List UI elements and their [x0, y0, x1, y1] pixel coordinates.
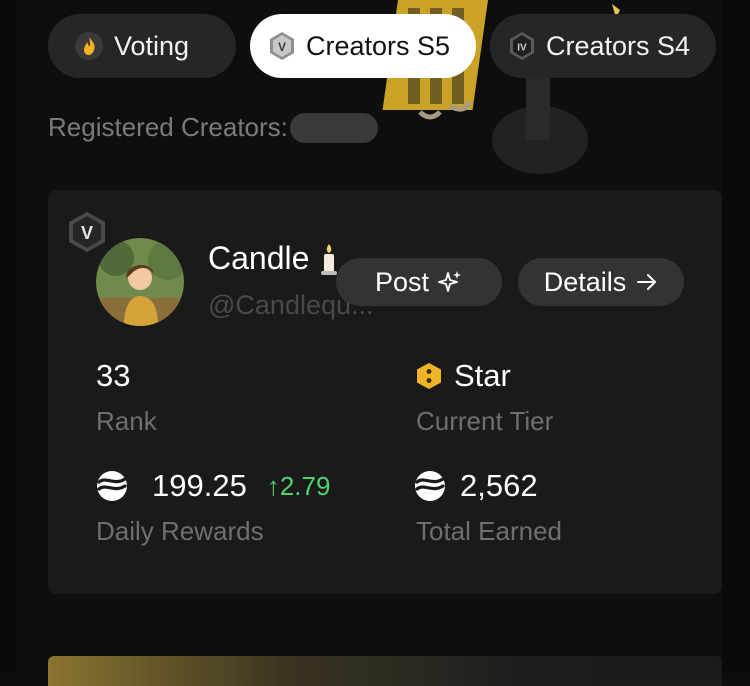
arrow-up-icon: ↑: [266, 470, 280, 501]
tab-creators-s4[interactable]: IV Creators S4: [490, 14, 716, 78]
tier-value-text: Star: [454, 358, 511, 393]
daily-rewards-delta: ↑2.79: [267, 471, 331, 502]
registered-creators-label: Registered Creators:: [48, 112, 288, 142]
star-tier-icon: [416, 362, 442, 390]
token-icon: [414, 470, 446, 502]
tier-badge-icon: V: [66, 210, 108, 259]
arrow-right-icon: [636, 273, 658, 291]
post-button[interactable]: Post: [336, 258, 502, 306]
avatar[interactable]: [96, 238, 184, 326]
daily-rewards-delta-text: 2.79: [279, 470, 331, 501]
tier-badge-label: V: [81, 223, 93, 243]
left-edge: [0, 0, 16, 673]
flame-icon: [74, 31, 104, 61]
token-icon: [96, 470, 128, 502]
total-earned-value: 2,562: [414, 468, 538, 504]
tier-value: Star: [416, 358, 511, 394]
season-tabs: Voting V Creators S5 IV Creators S4: [48, 14, 716, 78]
registered-creators-count-redacted: [289, 112, 378, 143]
creator-name-text: Candle: [208, 240, 310, 276]
details-button-label: Details: [543, 266, 627, 297]
tab-creators-s5[interactable]: V Creators S5: [250, 14, 476, 78]
tab-voting-label: Voting: [114, 30, 190, 61]
right-edge: [722, 0, 750, 673]
rank-value-text: 33: [96, 358, 131, 393]
post-button-label: Post: [374, 266, 430, 297]
daily-rewards-label: Daily Rewards: [96, 516, 264, 546]
sparkles-icon: [437, 269, 463, 295]
roman-four-badge-icon: IV: [508, 31, 536, 61]
daily-rewards-value: 199.25 ↑2.79: [96, 468, 330, 504]
creator-name: Candle: [208, 240, 341, 277]
svg-text:V: V: [278, 40, 286, 54]
daily-rewards-value-text: 199.25: [152, 468, 247, 503]
rank-value: 33: [96, 358, 130, 394]
tier-label: Current Tier: [416, 406, 554, 436]
tab-creators-s5-label: Creators S5: [306, 30, 451, 61]
rank-label: Rank: [96, 406, 157, 436]
tab-creators-s4-label: Creators S4: [546, 30, 691, 61]
creator-card: V Candle @Candlequ... Post Details 33 Ra…: [48, 190, 722, 594]
next-card-banner: [48, 656, 722, 686]
total-earned-value-text: 2,562: [460, 468, 538, 503]
roman-five-badge-icon: V: [268, 31, 296, 61]
total-earned-label: Total Earned: [416, 516, 562, 546]
svg-text:IV: IV: [517, 43, 527, 54]
registered-creators: Registered Creators:: [48, 112, 378, 143]
details-button[interactable]: Details: [518, 258, 684, 306]
tab-voting[interactable]: Voting: [48, 14, 236, 78]
